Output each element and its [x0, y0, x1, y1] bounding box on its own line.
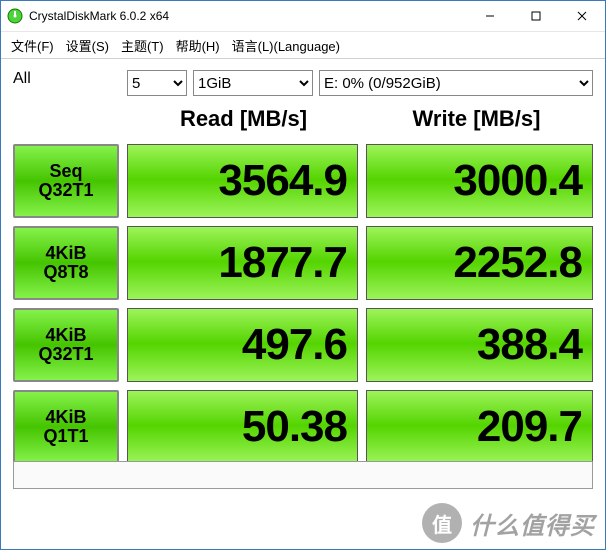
test-label2: Q1T1 [43, 427, 88, 446]
close-button[interactable] [559, 1, 605, 31]
run-all-label: All [13, 70, 31, 87]
watermark-text: 什么值得买 [470, 506, 595, 541]
read-value-1: 1877.7 [127, 226, 358, 300]
menu-language[interactable]: 语言(L)(Language) [232, 36, 340, 55]
watermark-badge-icon: 值 [422, 503, 462, 543]
controls-and-headers: 123456789 50MiB100MiB500MiB1GiB2GiB4GiB8… [123, 70, 593, 140]
test-count-select[interactable]: 123456789 [127, 70, 187, 96]
test-label1: 4KiB [45, 408, 86, 427]
minimize-button[interactable] [467, 1, 513, 31]
test-label2: Q32T1 [38, 345, 93, 364]
run-all-button[interactable]: All [13, 70, 123, 140]
test-label2: Q32T1 [38, 181, 93, 200]
app-window: CrystalDiskMark 6.0.2 x64 文件(F) 设置(S) 主题… [0, 0, 606, 550]
window-title: CrystalDiskMark 6.0.2 x64 [29, 9, 169, 23]
results-grid: All 123456789 50MiB100MiB500MiB1GiB2GiB4… [13, 70, 593, 468]
read-value-2: 497.6 [127, 308, 358, 382]
menu-theme[interactable]: 主题(T) [121, 36, 164, 55]
run-test-button-2[interactable]: 4KiBQ32T1 [13, 308, 119, 382]
drive-select[interactable]: E: 0% (0/952GiB) [319, 70, 593, 96]
write-value-0: 3000.4 [366, 144, 593, 218]
controls-row: 123456789 50MiB100MiB500MiB1GiB2GiB4GiB8… [127, 70, 593, 96]
column-headers: Read [MB/s] Write [MB/s] [127, 102, 593, 138]
run-test-button-1[interactable]: 4KiBQ8T8 [13, 226, 119, 300]
read-header: Read [MB/s] [127, 102, 360, 138]
content-area: All 123456789 50MiB100MiB500MiB1GiB2GiB4… [1, 62, 605, 468]
app-icon [7, 8, 23, 24]
run-test-button-0[interactable]: SeqQ32T1 [13, 144, 119, 218]
run-test-button-3[interactable]: 4KiBQ1T1 [13, 390, 119, 464]
maximize-button[interactable] [513, 1, 559, 31]
write-value-3: 209.7 [366, 390, 593, 464]
menu-setting[interactable]: 设置(S) [66, 36, 109, 55]
test-label1: 4KiB [45, 326, 86, 345]
test-label1: 4KiB [45, 244, 86, 263]
write-value-1: 2252.8 [366, 226, 593, 300]
menu-help[interactable]: 帮助(H) [176, 36, 220, 55]
test-label2: Q8T8 [43, 263, 88, 282]
watermark: 值 什么值得买 [422, 503, 595, 543]
test-label1: Seq [49, 162, 82, 181]
titlebar: CrystalDiskMark 6.0.2 x64 [1, 1, 605, 32]
read-value-3: 50.38 [127, 390, 358, 464]
read-value-0: 3564.9 [127, 144, 358, 218]
test-size-select[interactable]: 50MiB100MiB500MiB1GiB2GiB4GiB8GiB16GiB32… [193, 70, 313, 96]
write-header: Write [MB/s] [360, 102, 593, 138]
write-value-2: 388.4 [366, 308, 593, 382]
status-bar [13, 461, 593, 489]
menu-file[interactable]: 文件(F) [11, 36, 54, 55]
menubar: 文件(F) 设置(S) 主题(T) 帮助(H) 语言(L)(Language) [1, 32, 605, 58]
